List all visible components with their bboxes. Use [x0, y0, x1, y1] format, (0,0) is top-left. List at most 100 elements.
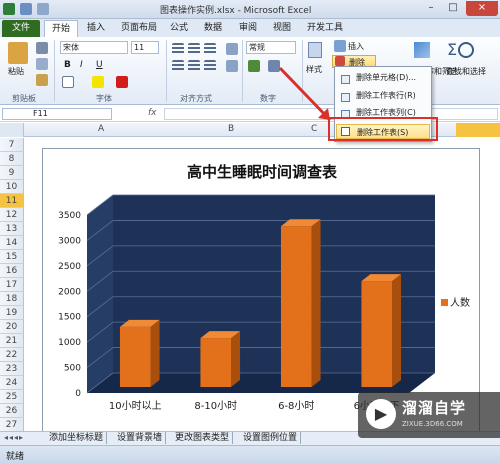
row-header[interactable]: 12 — [0, 208, 24, 222]
row-header[interactable]: 27 — [0, 418, 24, 432]
maximize-button[interactable]: □ — [442, 1, 464, 16]
undo-icon[interactable] — [36, 3, 49, 15]
sort-filter-icon[interactable] — [414, 42, 430, 58]
group-clipboard-label: 剪贴板 — [12, 94, 36, 103]
merge-center-icon[interactable] — [226, 60, 238, 72]
number-format-select[interactable]: 常规 — [246, 41, 296, 54]
column-b-header[interactable]: B — [228, 124, 234, 134]
tab-developer[interactable]: 开发工具 — [300, 20, 350, 37]
row-header[interactable]: 17 — [0, 278, 24, 292]
separator — [54, 40, 55, 102]
y-tick-label: 0 — [75, 389, 81, 399]
sheet-tab-chart-type[interactable]: 更改图表类型 — [172, 432, 234, 444]
autosum-icon[interactable]: Σ — [447, 40, 457, 59]
tab-review[interactable]: 审阅 — [232, 20, 264, 37]
tab-data[interactable]: 数据 — [197, 20, 229, 37]
align-center-icon[interactable] — [188, 60, 200, 72]
menu-item-delete-cells[interactable]: 删除单元格(D)... — [336, 70, 430, 85]
insert-function-button[interactable]: fx — [148, 108, 157, 118]
paste-button[interactable]: 粘贴 — [8, 66, 24, 77]
tab-insert[interactable]: 插入 — [80, 20, 112, 37]
tab-view[interactable]: 视图 — [266, 20, 298, 37]
row-header[interactable]: 10 — [0, 180, 24, 194]
wrap-text-icon[interactable] — [226, 43, 238, 55]
row-header[interactable]: 16 — [0, 264, 24, 278]
row-header[interactable]: 23 — [0, 362, 24, 376]
separator — [242, 40, 243, 102]
chart-area[interactable]: 高中生睡眠时间调查表 0 500 1000 1500 2000 2500 3000 3500 1… — [42, 148, 480, 432]
column-f-header-selected[interactable] — [456, 123, 500, 137]
paste-icon[interactable] — [8, 42, 28, 64]
italic-button[interactable]: I — [80, 60, 83, 70]
row-header[interactable]: 18 — [0, 292, 24, 306]
y-tick-label: 2000 — [58, 287, 81, 297]
sheet-tab-axis-title[interactable]: 添加坐标标题 — [46, 432, 108, 444]
row-header[interactable]: 14 — [0, 236, 24, 250]
window-title: 图表操作实例.xlsx - Microsoft Excel — [160, 6, 312, 16]
find-select-button[interactable]: 查找和选择 — [446, 66, 486, 77]
align-right-icon[interactable] — [204, 60, 216, 72]
tab-file[interactable]: 文件 — [2, 20, 41, 37]
align-top-icon[interactable] — [172, 43, 184, 55]
tab-page-layout[interactable]: 页面布局 — [114, 20, 164, 37]
row-header[interactable]: 15 — [0, 250, 24, 264]
sheet-tab-legend[interactable]: 设置图例位置 — [240, 432, 302, 444]
row-header[interactable]: 20 — [0, 320, 24, 334]
row-header[interactable]: 21 — [0, 334, 24, 348]
y-tick-label: 2500 — [58, 262, 81, 272]
save-icon[interactable] — [19, 3, 32, 15]
bar-chart: 高中生睡眠时间调查表 0 500 1000 1500 2000 2500 3000 3500 1… — [58, 163, 470, 412]
align-middle-icon[interactable] — [188, 43, 200, 55]
font-size-select[interactable]: 11 — [131, 41, 159, 54]
select-all-corner[interactable] — [0, 123, 24, 137]
title-bar: 图表操作实例.xlsx - Microsoft Excel – □ × — [0, 0, 500, 19]
align-left-icon[interactable] — [172, 60, 184, 72]
watermark-logo-icon: ▶ — [366, 399, 396, 429]
row-header[interactable]: 24 — [0, 376, 24, 390]
insert-button[interactable]: 插入 — [348, 41, 364, 52]
cut-icon[interactable] — [36, 42, 48, 54]
fill-color-icon[interactable] — [92, 76, 104, 88]
row-header[interactable]: 25 — [0, 390, 24, 404]
bar — [361, 281, 393, 387]
align-bottom-icon[interactable] — [204, 43, 216, 55]
y-tick-label: 500 — [64, 364, 81, 374]
find-select-icon[interactable] — [458, 42, 474, 58]
tab-formulas[interactable]: 公式 — [163, 20, 195, 37]
sheet-tab-background[interactable]: 设置背景墙 — [114, 432, 167, 444]
tab-home[interactable]: 开始 — [44, 20, 79, 37]
row-header[interactable]: 22 — [0, 348, 24, 362]
bar-side — [392, 274, 402, 387]
group-alignment-label: 对齐方式 — [180, 94, 212, 103]
row-header[interactable]: 8 — [0, 152, 24, 166]
format-painter-icon[interactable] — [36, 74, 48, 86]
y-tick-label: 1000 — [58, 338, 81, 348]
sheet-nav-arrows[interactable]: ◂◂◂▸ — [4, 433, 24, 442]
name-box[interactable]: F11 — [2, 108, 112, 120]
annotation-arrow — [278, 66, 332, 122]
bar — [200, 338, 232, 387]
underline-button[interactable]: U — [96, 60, 103, 70]
close-button[interactable]: × — [466, 1, 498, 16]
row-header[interactable]: 11 — [0, 194, 24, 208]
row-header[interactable]: 7 — [0, 138, 24, 152]
copy-icon[interactable] — [36, 58, 48, 70]
column-a-header[interactable]: A — [98, 124, 104, 134]
font-color-icon[interactable] — [116, 76, 128, 88]
bar-side — [150, 319, 160, 387]
border-icon[interactable] — [62, 76, 74, 88]
bar — [280, 226, 312, 387]
currency-icon[interactable] — [248, 60, 260, 72]
row-header[interactable]: 19 — [0, 306, 24, 320]
row-header[interactable]: 13 — [0, 222, 24, 236]
highlight-box — [328, 117, 438, 141]
bold-button[interactable]: B — [64, 60, 71, 70]
font-name-select[interactable]: 宋体 — [60, 41, 128, 54]
row-header[interactable]: 26 — [0, 404, 24, 418]
menu-item-delete-rows[interactable]: 删除工作表行(R) — [336, 88, 430, 103]
row-header[interactable]: 9 — [0, 166, 24, 180]
style-icon[interactable] — [308, 42, 322, 58]
watermark-url: ZIXUE.3D66.COM — [402, 420, 463, 428]
minimize-button[interactable]: – — [420, 1, 442, 16]
insert-cells-icon[interactable] — [334, 40, 346, 52]
